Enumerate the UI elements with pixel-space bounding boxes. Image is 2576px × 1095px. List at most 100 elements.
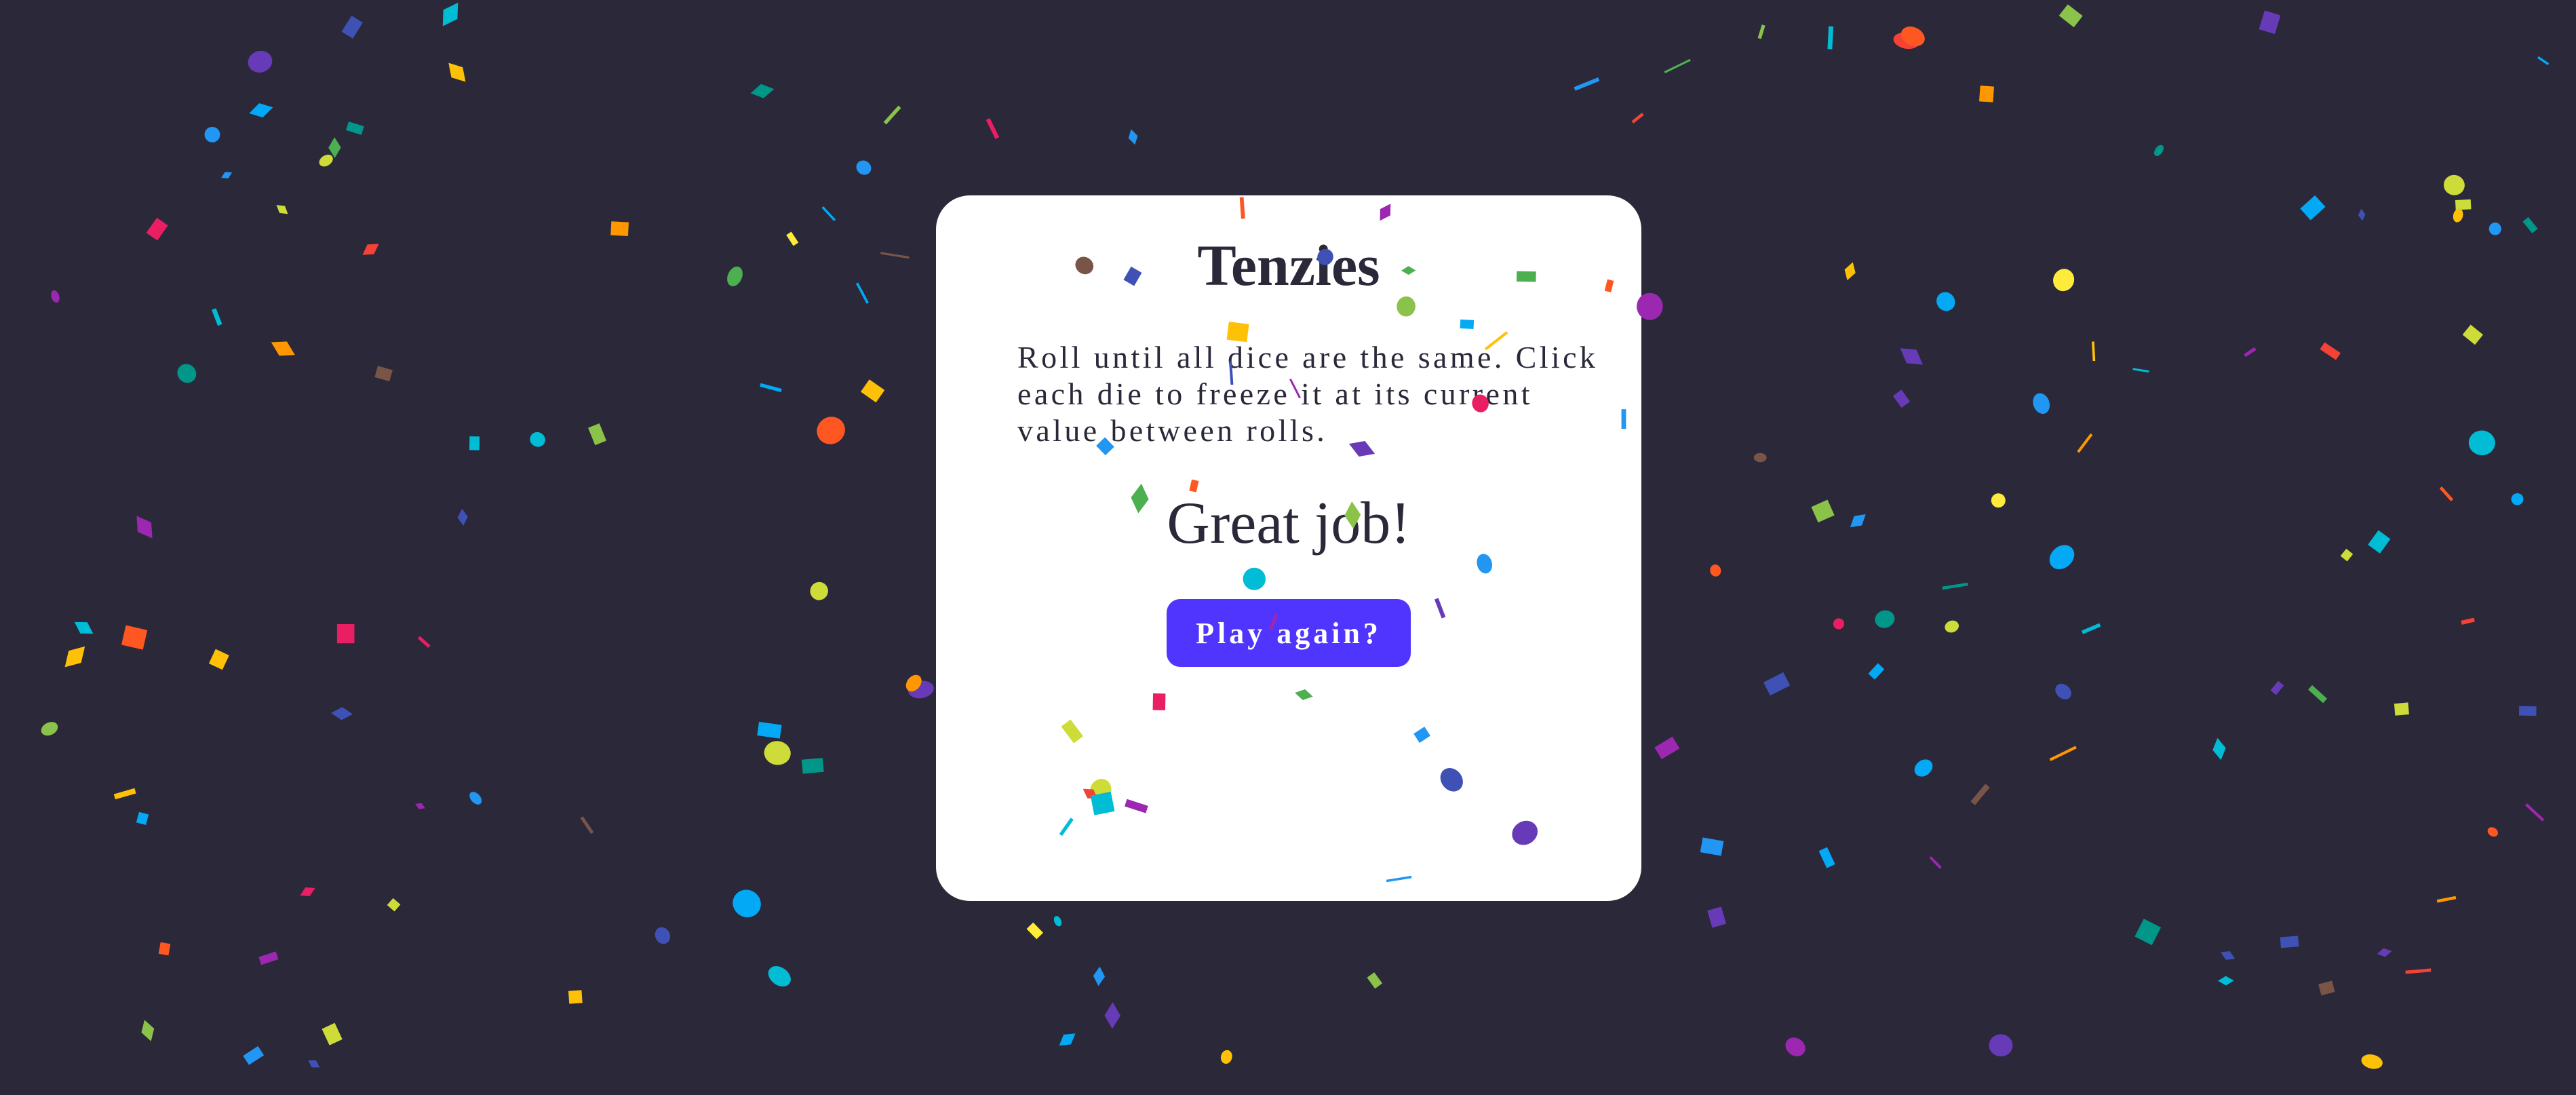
- confetti-piece: [1991, 493, 2006, 508]
- confetti-piece: [208, 649, 229, 670]
- confetti-piece: [810, 581, 828, 600]
- confetti-piece: [374, 366, 393, 382]
- confetti-piece: [1710, 564, 1721, 577]
- confetti-piece: [1053, 916, 1062, 927]
- confetti-piece: [1026, 922, 1044, 940]
- confetti-piece: [821, 206, 836, 221]
- confetti-piece: [2221, 951, 2236, 960]
- confetti-piece: [1574, 77, 1600, 91]
- confetti-piece: [1785, 1037, 1806, 1056]
- game-instructions: Roll until all dice are the same. Click …: [1017, 340, 1599, 448]
- confetti-piece: [1811, 499, 1835, 523]
- confetti-piece: [1104, 1002, 1120, 1029]
- confetti-piece: [469, 792, 482, 805]
- win-message: Great job!: [1167, 491, 1411, 556]
- confetti-piece: [1868, 663, 1885, 680]
- confetti-piece: [985, 117, 1000, 140]
- confetti-piece: [1875, 610, 1895, 628]
- confetti-piece: [321, 1022, 343, 1045]
- confetti-piece: [2394, 702, 2409, 716]
- confetti-piece: [1059, 1033, 1076, 1046]
- confetti-piece: [2462, 324, 2484, 345]
- confetti-piece: [1850, 514, 1866, 528]
- confetti-piece: [610, 221, 629, 236]
- confetti-piece: [1367, 972, 1383, 989]
- confetti-piece: [276, 205, 288, 214]
- confetti-piece: [212, 308, 222, 326]
- confetti-piece: [469, 436, 480, 450]
- confetti-piece: [2377, 948, 2392, 957]
- confetti-piece: [258, 951, 279, 965]
- confetti-piece: [855, 282, 869, 304]
- confetti-piece: [417, 636, 431, 648]
- confetti-piece: [2511, 493, 2524, 505]
- confetti-piece: [319, 154, 333, 167]
- confetti-piece: [300, 887, 315, 897]
- confetti-piece: [568, 990, 583, 1004]
- confetti-piece: [905, 674, 922, 692]
- confetti-piece: [41, 722, 58, 736]
- confetti-piece: [1707, 906, 1727, 928]
- game-card: Tenzies Roll until all dice are the same…: [936, 195, 1641, 901]
- confetti-piece: [2522, 216, 2538, 233]
- confetti-piece: [221, 172, 233, 179]
- confetti-piece: [2033, 393, 2050, 415]
- confetti-piece: [2092, 341, 2096, 362]
- confetti-piece: [530, 431, 545, 447]
- confetti-piece: [655, 927, 671, 944]
- confetti-piece: [1979, 85, 1994, 102]
- confetti-piece: [1818, 847, 1835, 868]
- confetti-piece: [442, 2, 458, 26]
- confetti-piece: [308, 1060, 320, 1068]
- confetti-piece: [331, 707, 353, 721]
- confetti-piece: [2134, 919, 2162, 946]
- confetti-piece: [764, 741, 791, 765]
- confetti-piece: [2358, 208, 2366, 221]
- confetti-piece: [336, 623, 355, 644]
- confetti-piece: [817, 417, 845, 444]
- confetti-piece: [2443, 174, 2465, 195]
- confetti-piece: [1654, 736, 1680, 760]
- confetti-piece: [2340, 548, 2354, 562]
- confetti-piece: [204, 126, 220, 142]
- confetti-piece: [2453, 208, 2463, 223]
- confetti-piece: [2132, 368, 2149, 373]
- confetti-piece: [2154, 145, 2164, 157]
- confetti-piece: [1220, 1050, 1232, 1064]
- confetti-piece: [448, 62, 466, 82]
- confetti-piece: [1757, 24, 1765, 39]
- confetti-piece: [883, 105, 901, 125]
- confetti-piece: [1970, 784, 1990, 805]
- confetti-piece: [1914, 759, 1933, 777]
- confetti-piece: [856, 160, 872, 175]
- confetti-piece: [880, 252, 910, 259]
- confetti-piece: [141, 1020, 155, 1041]
- play-again-button[interactable]: Play again?: [1167, 599, 1411, 667]
- confetti-piece: [387, 898, 401, 912]
- confetti-piece: [249, 103, 273, 118]
- confetti-piece: [2455, 199, 2472, 210]
- confetti-piece: [1753, 453, 1767, 463]
- confetti-piece: [121, 625, 148, 650]
- confetti-piece: [2077, 433, 2093, 453]
- confetti-piece: [158, 942, 171, 956]
- confetti-piece: [1942, 582, 1968, 590]
- confetti-piece: [1833, 618, 1845, 630]
- confetti-piece: [2439, 486, 2454, 501]
- confetti-piece: [786, 231, 799, 246]
- confetti-piece: [580, 816, 594, 834]
- confetti-piece: [1900, 26, 1925, 47]
- confetti-piece: [136, 516, 153, 539]
- confetti-piece: [1093, 966, 1106, 986]
- confetti-piece: [2461, 617, 2475, 625]
- confetti-piece: [2405, 968, 2432, 974]
- confetti-piece: [757, 721, 782, 739]
- confetti-piece: [2058, 4, 2083, 28]
- confetti-piece: [362, 244, 379, 255]
- confetti-piece: [51, 290, 60, 303]
- confetti-piece: [341, 16, 363, 39]
- confetti-piece: [1929, 856, 1942, 869]
- confetti-piece: [2524, 803, 2545, 822]
- confetti-piece: [1631, 113, 1644, 124]
- confetti-piece: [768, 966, 791, 987]
